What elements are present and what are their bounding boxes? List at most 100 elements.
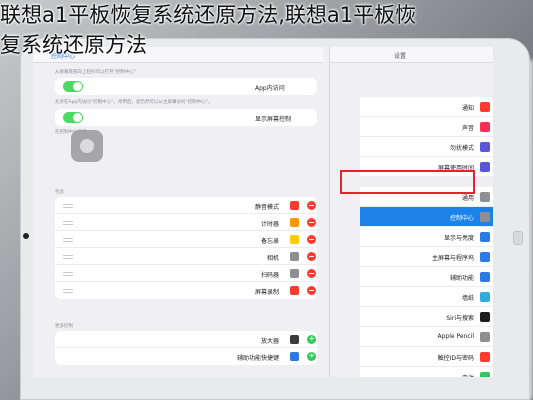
sidebar-item-label: 显示与亮度: [443, 235, 474, 242]
reorder-handle-icon[interactable]: [63, 204, 73, 208]
caption-line-1: 联想a1平板恢复系统还原方法,联想a1平板恢: [0, 3, 417, 27]
qr-code-icon: [290, 269, 299, 278]
caption-line-2: 复系统还原方法: [0, 33, 147, 57]
sidebar-item-control-center[interactable]: 控制中心: [360, 207, 493, 227]
display-control-toggle[interactable]: [63, 112, 83, 123]
reorder-handle-icon[interactable]: [63, 221, 73, 225]
control-row-scanner[interactable]: 扫码器: [55, 265, 317, 282]
battery-icon: [480, 372, 490, 377]
remove-icon[interactable]: [307, 286, 316, 295]
sidebar-item-label: 通知: [461, 105, 474, 112]
brightness-icon: [480, 232, 490, 242]
front-camera: [23, 233, 29, 239]
access-within-apps-row[interactable]: App内访问: [55, 78, 317, 95]
settings-group-2: 通用 控制中心 显示与亮度 主屏幕与程序坞 辅助功能 墙纸 Siri与搜索 Ap…: [360, 187, 493, 377]
control-label: 备忘录: [260, 238, 279, 245]
sidebar-item-sounds[interactable]: 声音: [360, 117, 493, 137]
bell-icon: [290, 201, 299, 210]
sidebar-item-label: 屏幕使用时间: [437, 165, 474, 172]
reorder-handle-icon[interactable]: [63, 289, 73, 293]
control-label: 辅助功能快捷键: [236, 355, 279, 362]
accessibility-icon: [480, 272, 490, 282]
control-row-camera[interactable]: 相机: [55, 248, 317, 265]
sidebar-item-siri[interactable]: Siri与搜索: [360, 307, 493, 327]
sidebar-item-wallpaper[interactable]: 墙纸: [360, 287, 493, 307]
settings-sidebar: 设置 通知 声音 勿扰模式 屏幕使用时间 通用 控制中心 显示与亮度 主屏幕与程…: [329, 47, 493, 377]
assistive-touch-button[interactable]: [71, 130, 103, 162]
control-label: 静音模式: [254, 204, 279, 211]
side-sensor: [513, 231, 523, 245]
add-icon[interactable]: [307, 351, 316, 361]
sidebar-item-dnd[interactable]: 勿扰模式: [360, 137, 493, 157]
sidebar-item-home-screen[interactable]: 主屏幕与程序坞: [360, 247, 493, 267]
more-controls-header: 更多控制: [55, 324, 73, 329]
display-control-row[interactable]: 显示屏幕控制: [55, 109, 317, 126]
control-row-timer[interactable]: 计时器: [55, 214, 317, 231]
include-section-header: 包含: [55, 190, 64, 195]
control-row-screen-record[interactable]: 屏幕录制: [55, 282, 317, 299]
hourglass-icon: [480, 162, 490, 172]
remove-icon[interactable]: [307, 201, 316, 210]
pencil-icon: [480, 332, 490, 342]
sidebar-item-apple-pencil[interactable]: Apple Pencil: [360, 327, 493, 347]
wallpaper-icon: [480, 292, 490, 302]
sidebar-item-label: 通用: [461, 195, 474, 202]
access-settings-card: App内访问: [55, 78, 317, 95]
control-label: 扫码器: [260, 272, 279, 279]
sidebar-item-label: 电池: [462, 373, 474, 377]
sidebar-item-touch-id[interactable]: 触控ID与密码: [360, 347, 493, 367]
control-center-pane: 控制中心 从屏幕底部向上轻扫可以打开“控制中心” App内访问 允许在App内访…: [33, 47, 323, 377]
tablet-frame: 控制中心 从屏幕底部向上轻扫可以打开“控制中心” App内访问 允许在App内访…: [20, 38, 530, 400]
control-label: 相机: [266, 255, 279, 262]
sidebar-item-accessibility[interactable]: 辅助功能: [360, 267, 493, 287]
tablet-screen: 控制中心 从屏幕底部向上轻扫可以打开“控制中心” App内访问 允许在App内访…: [33, 47, 493, 377]
magnifier-icon: [290, 335, 299, 344]
gear-icon: [480, 192, 490, 202]
siri-icon: [480, 312, 490, 322]
included-controls-list: 静音模式 计时器 备忘录 相机 扫码器 屏幕录制: [55, 197, 317, 299]
reorder-handle-icon[interactable]: [63, 255, 73, 259]
add-icon[interactable]: [307, 334, 316, 344]
switches-icon: [480, 212, 490, 222]
sidebar-item-label: 墙纸: [461, 295, 474, 302]
timer-icon: [290, 218, 299, 227]
sidebar-item-display[interactable]: 显示与亮度: [360, 227, 493, 247]
control-label: 放大器: [260, 338, 279, 345]
home-screen-icon: [480, 252, 490, 262]
notes-icon: [290, 235, 299, 244]
control-row-magnifier[interactable]: 放大器: [55, 331, 317, 348]
remove-icon[interactable]: [307, 252, 316, 261]
sidebar-item-label: Apple Pencil: [437, 333, 474, 340]
sidebar-item-general[interactable]: 通用: [360, 187, 493, 207]
camera-icon: [290, 252, 299, 261]
control-row-accessibility-shortcut[interactable]: 辅助功能快捷键: [55, 348, 317, 365]
more-controls-list: 放大器 辅助功能快捷键: [55, 331, 317, 365]
sidebar-item-label: Siri与搜索: [446, 315, 474, 322]
record-icon: [290, 286, 299, 295]
display-control-card: 显示屏幕控制: [55, 109, 317, 126]
accessibility-icon: [290, 352, 299, 361]
notifications-icon: [480, 102, 490, 112]
swipe-note: 从屏幕底部向上轻扫可以打开“控制中心”: [55, 70, 137, 75]
sidebar-item-notifications[interactable]: 通知: [360, 97, 493, 117]
remove-icon[interactable]: [307, 269, 316, 278]
reorder-handle-icon[interactable]: [63, 238, 73, 242]
sidebar-item-label: 主屏幕与程序坞: [431, 255, 474, 262]
control-label: 计时器: [260, 221, 279, 228]
sidebar-item-battery[interactable]: 电池: [360, 367, 493, 377]
sidebar-item-screen-time[interactable]: 屏幕使用时间: [360, 157, 493, 177]
control-row-silent[interactable]: 静音模式: [55, 197, 317, 214]
sidebar-item-label: 勿扰模式: [449, 145, 474, 152]
remove-icon[interactable]: [307, 235, 316, 244]
fingerprint-icon: [480, 352, 490, 362]
access-note: 允许在App内访问“控制中心”。停用后，您仍然可以从主屏幕访问“控制中心”。: [55, 100, 213, 105]
sound-icon: [480, 122, 490, 132]
control-row-notes[interactable]: 备忘录: [55, 231, 317, 248]
access-within-apps-label: App内访问: [255, 85, 285, 92]
moon-icon: [480, 142, 490, 152]
sidebar-item-label: 触控ID与密码: [437, 355, 474, 362]
remove-icon[interactable]: [307, 218, 316, 227]
sidebar-item-label: 控制中心: [449, 215, 474, 222]
reorder-handle-icon[interactable]: [63, 272, 73, 276]
access-within-apps-toggle[interactable]: [63, 81, 83, 92]
